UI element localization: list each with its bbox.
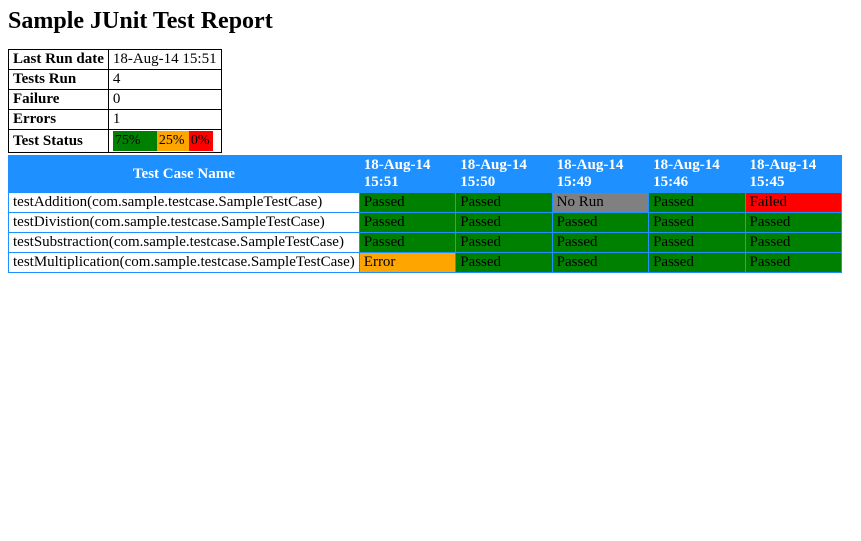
result-cell: Passed	[552, 253, 648, 273]
result-cell: Passed	[456, 213, 552, 233]
test-case-name: testDivistion(com.sample.testcase.Sample…	[9, 213, 360, 233]
summary-label: Last Run date	[9, 50, 109, 70]
status-pass-segment: 75%	[113, 131, 157, 151]
results-header-row: Test Case Name 18-Aug-14 15:51 18-Aug-14…	[9, 156, 842, 193]
summary-row-tests-run: Tests Run 4	[9, 70, 222, 90]
table-row: testMultiplication(com.sample.testcase.S…	[9, 253, 842, 273]
summary-label: Failure	[9, 90, 109, 110]
test-case-name: testSubstraction(com.sample.testcase.Sam…	[9, 233, 360, 253]
column-header-run: 18-Aug-14 15:45	[745, 156, 841, 193]
column-header-name: Test Case Name	[9, 156, 360, 193]
result-cell: Failed	[745, 193, 841, 213]
result-cell: Passed	[456, 193, 552, 213]
summary-value: 0	[108, 90, 221, 110]
table-row: testAddition(com.sample.testcase.SampleT…	[9, 193, 842, 213]
result-cell: Passed	[745, 213, 841, 233]
result-cell: Error	[359, 253, 455, 273]
summary-row-errors: Errors 1	[9, 110, 222, 130]
result-cell: No Run	[552, 193, 648, 213]
results-table: Test Case Name 18-Aug-14 15:51 18-Aug-14…	[8, 155, 842, 273]
result-cell: Passed	[649, 193, 745, 213]
summary-value: 18-Aug-14 15:51	[108, 50, 221, 70]
result-cell: Passed	[552, 233, 648, 253]
summary-label: Errors	[9, 110, 109, 130]
result-cell: Passed	[649, 213, 745, 233]
column-header-run: 18-Aug-14 15:46	[649, 156, 745, 193]
summary-value: 1	[108, 110, 221, 130]
summary-row-status: Test Status 75% 25% 0%	[9, 130, 222, 153]
summary-row-last-run: Last Run date 18-Aug-14 15:51	[9, 50, 222, 70]
result-cell: Passed	[359, 193, 455, 213]
result-cell: Passed	[649, 233, 745, 253]
result-cell: Passed	[552, 213, 648, 233]
table-row: testDivistion(com.sample.testcase.Sample…	[9, 213, 842, 233]
summary-label: Test Status	[9, 130, 109, 153]
result-cell: Passed	[456, 253, 552, 273]
status-bar: 75% 25% 0%	[113, 131, 217, 151]
column-header-run: 18-Aug-14 15:49	[552, 156, 648, 193]
status-bar-cell: 75% 25% 0%	[108, 130, 221, 153]
result-cell: Passed	[359, 233, 455, 253]
result-cell: Passed	[456, 233, 552, 253]
result-cell: Passed	[359, 213, 455, 233]
result-cell: Passed	[745, 253, 841, 273]
summary-row-failure: Failure 0	[9, 90, 222, 110]
column-header-run: 18-Aug-14 15:50	[456, 156, 552, 193]
test-case-name: testMultiplication(com.sample.testcase.S…	[9, 253, 360, 273]
test-case-name: testAddition(com.sample.testcase.SampleT…	[9, 193, 360, 213]
status-error-segment: 0%	[189, 131, 213, 151]
result-cell: Passed	[745, 233, 841, 253]
result-cell: Passed	[649, 253, 745, 273]
summary-label: Tests Run	[9, 70, 109, 90]
table-row: testSubstraction(com.sample.testcase.Sam…	[9, 233, 842, 253]
column-header-run: 18-Aug-14 15:51	[359, 156, 455, 193]
summary-value: 4	[108, 70, 221, 90]
page-title: Sample JUnit Test Report	[8, 8, 853, 35]
status-fail-segment: 25%	[157, 131, 189, 151]
summary-table: Last Run date 18-Aug-14 15:51 Tests Run …	[8, 49, 222, 153]
